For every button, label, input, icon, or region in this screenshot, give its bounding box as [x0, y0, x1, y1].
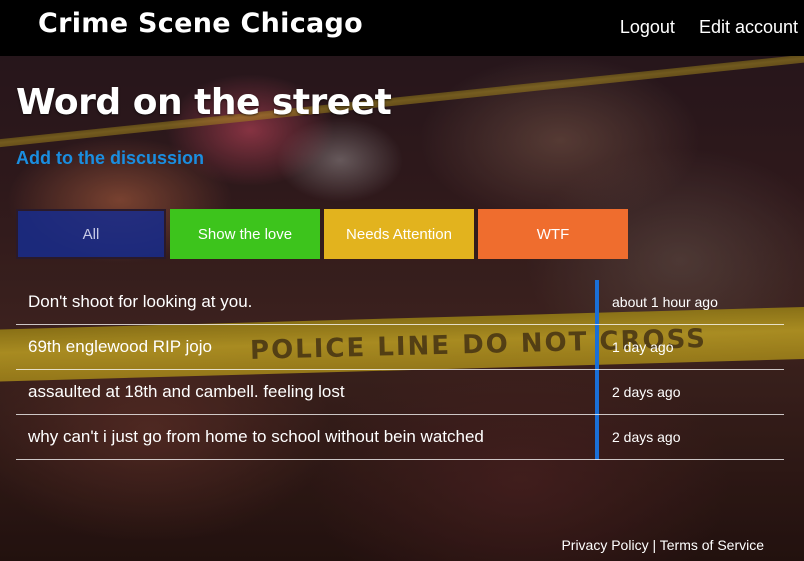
- post-text[interactable]: 69th englewood RIP jojo: [28, 337, 212, 357]
- post-time: 2 days ago: [612, 429, 681, 445]
- post-text[interactable]: Don't shoot for looking at you.: [28, 292, 252, 312]
- post-time: 1 day ago: [612, 339, 674, 355]
- navbar: Crime Scene Chicago Logout Edit account: [0, 0, 804, 56]
- footer-separator: |: [652, 537, 657, 553]
- post-time: 2 days ago: [612, 384, 681, 400]
- post-text[interactable]: why can't i just go from home to school …: [28, 427, 484, 447]
- add-discussion-link[interactable]: Add to the discussion: [16, 148, 204, 169]
- post-text[interactable]: assaulted at 18th and cambell. feeling l…: [28, 382, 345, 402]
- filter-tabs: All Show the love Needs Attention WTF: [16, 209, 632, 259]
- list-item[interactable]: why can't i just go from home to school …: [16, 415, 784, 460]
- filter-all-button[interactable]: All: [16, 209, 166, 259]
- footer: Privacy Policy | Terms of Service: [561, 537, 764, 553]
- post-list: Don't shoot for looking at you. about 1 …: [16, 280, 784, 460]
- list-item[interactable]: assaulted at 18th and cambell. feeling l…: [16, 370, 784, 415]
- privacy-policy-link[interactable]: Privacy Policy: [561, 537, 648, 553]
- filter-show-the-love-button[interactable]: Show the love: [170, 209, 320, 259]
- logout-link[interactable]: Logout: [620, 17, 675, 38]
- list-item[interactable]: Don't shoot for looking at you. about 1 …: [16, 280, 784, 325]
- page-title: Word on the street: [16, 82, 392, 123]
- brand-logo[interactable]: Crime Scene Chicago: [38, 8, 363, 39]
- filter-wtf-button[interactable]: WTF: [478, 209, 628, 259]
- nav-links: Logout Edit account: [620, 17, 804, 38]
- post-time: about 1 hour ago: [612, 294, 718, 310]
- terms-of-service-link[interactable]: Terms of Service: [660, 537, 764, 553]
- filter-needs-attention-button[interactable]: Needs Attention: [324, 209, 474, 259]
- list-item[interactable]: 69th englewood RIP jojo 1 day ago: [16, 325, 784, 370]
- edit-account-link[interactable]: Edit account: [699, 17, 798, 38]
